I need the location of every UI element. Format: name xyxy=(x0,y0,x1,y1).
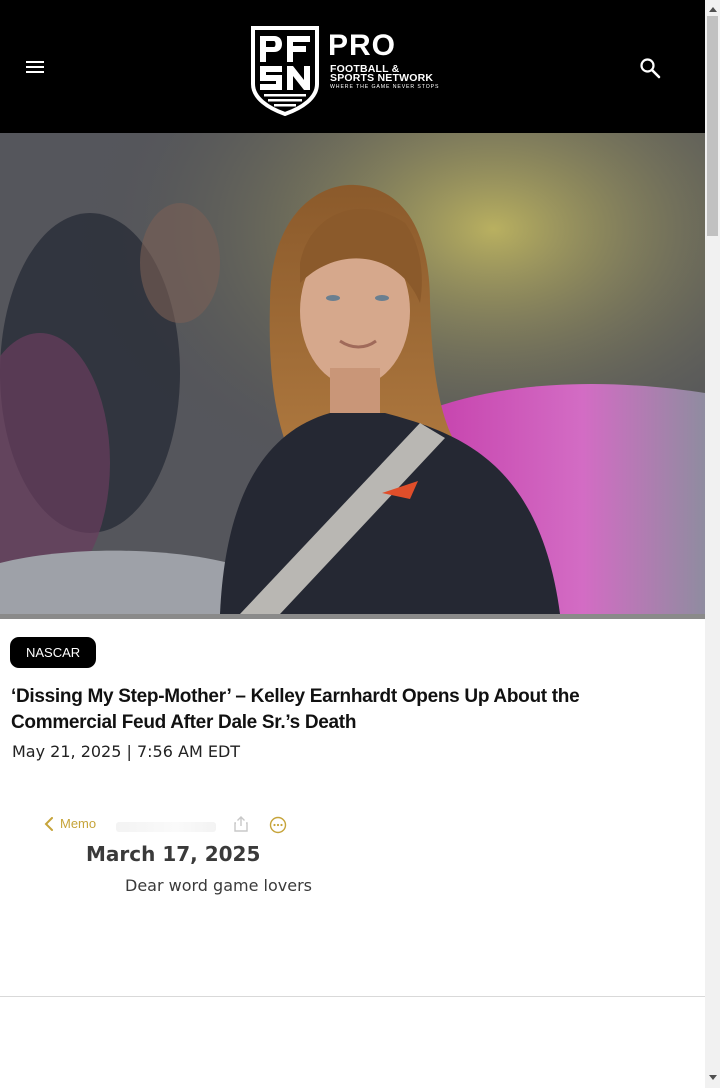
pfsn-shield-logo xyxy=(251,26,319,116)
logo-tagline: WHERE THE GAME NEVER STOPS xyxy=(330,84,440,90)
memo-title-placeholder xyxy=(116,822,216,832)
hamburger-menu-icon[interactable] xyxy=(24,58,46,78)
site-logo[interactable]: PRO FOOTBALL & SPORTS NETWORK WHERE THE … xyxy=(250,26,464,116)
more-options-icon xyxy=(269,816,287,834)
scroll-down-arrow-icon[interactable] xyxy=(709,1075,717,1081)
hero-image xyxy=(0,133,705,614)
logo-subtitle-line2: SPORTS NETWORK xyxy=(330,72,434,84)
scroll-up-arrow-icon[interactable] xyxy=(709,6,717,12)
share-icon xyxy=(234,816,248,832)
memo-date: March 17, 2025 xyxy=(86,842,261,866)
site-header: PRO FOOTBALL & SPORTS NETWORK WHERE THE … xyxy=(0,0,705,133)
scrollbar-thumb[interactable] xyxy=(707,16,718,236)
article-title: ‘Dissing My Step-Mother’ – Kelley Earnha… xyxy=(11,686,580,733)
embedded-memo-image: Memo March 17, 2025 Dear word game lover… xyxy=(0,800,705,920)
search-icon[interactable] xyxy=(638,56,662,80)
memo-back-label: Memo xyxy=(60,816,97,831)
chevron-left-icon xyxy=(44,816,53,831)
memo-back-button: Memo xyxy=(44,816,96,831)
logo-title: PRO xyxy=(328,29,397,62)
section-divider xyxy=(0,996,705,997)
hero-caption-bar xyxy=(0,614,705,619)
article-date: May 21, 2025 | 7:56 AM EDT xyxy=(12,742,241,761)
memo-text: Dear word game lovers xyxy=(125,876,312,895)
category-tag[interactable]: NASCAR xyxy=(10,637,97,668)
